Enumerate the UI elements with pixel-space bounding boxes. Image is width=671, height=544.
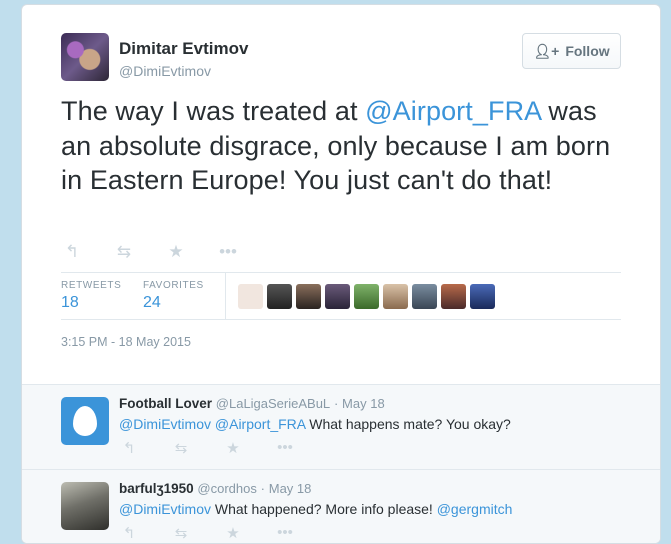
tweet-timestamp[interactable]: 3:15 PM - 18 May 2015 [61,335,191,349]
default-egg-avatar[interactable] [61,397,109,445]
reply-author-name[interactable]: barfulʒ1950 [119,481,194,496]
author-handle[interactable]: @DimiEvtimov [119,63,211,79]
reply-mention[interactable]: @DimiEvtimov [119,501,211,517]
tweet-card: Dimitar Evtimov @DimiEvtimov 👤︎+ Follow … [21,4,661,544]
reply-body: What happened? More info please! [214,501,433,517]
retweet-icon[interactable]: ⇆ [114,242,134,262]
favoriter-avatar[interactable] [238,284,263,309]
tweet-actions: ↰ ⇆ ★ ••• [62,242,238,262]
add-user-icon: 👤︎+ [533,42,560,59]
reply-icon[interactable]: ↰ [119,439,139,457]
ellipsis-icon[interactable]: ••• [275,524,295,542]
reply-text: @DimiEvtimov @Airport_FRA What happens m… [119,416,511,432]
favoriter-avatar[interactable] [325,284,350,309]
retweets-stat[interactable]: RETWEETS 18 [61,280,121,312]
reply-header: barfulʒ1950 @cordhos · May 18 [119,481,311,496]
reply-text: @DimiEvtimov What happened? More info pl… [119,501,512,517]
tweet-stats: RETWEETS 18 FAVORITES 24 [61,272,621,320]
favoriter-avatar[interactable] [354,284,379,309]
reply-separator: · [260,481,265,496]
reply-mention[interactable]: @Airport_FRA [215,416,305,432]
tweet-text-start: The way I was treated at [61,96,366,126]
reply-actions: ↰ ⇆ ★ ••• [119,439,295,457]
reply-avatar[interactable] [61,482,109,530]
reply-date[interactable]: May 18 [342,396,385,411]
tweet-text: The way I was treated at @Airport_FRA wa… [61,94,631,198]
favorites-label: FAVORITES [143,280,204,291]
reply-item[interactable]: barfulʒ1950 @cordhos · May 18 @DimiEvtim… [22,470,660,543]
replies-list: Football Lover @LaLigaSerieABuL · May 18… [22,384,660,543]
favorites-count: 24 [143,294,161,311]
reply-header: Football Lover @LaLigaSerieABuL · May 18 [119,396,385,411]
stats-divider [225,273,226,319]
favoriter-avatars [238,284,495,309]
favoriter-avatar[interactable] [296,284,321,309]
reply-mention[interactable]: @gergmitch [437,501,513,517]
ellipsis-icon[interactable]: ••• [275,439,295,457]
author-avatar[interactable] [61,33,109,81]
retweet-icon[interactable]: ⇆ [171,524,191,542]
ellipsis-icon[interactable]: ••• [218,242,238,262]
author-name[interactable]: Dimitar Evtimov [119,39,248,59]
favorites-stat[interactable]: FAVORITES 24 [143,280,204,312]
retweet-icon[interactable]: ⇆ [171,439,191,457]
reply-author-name[interactable]: Football Lover [119,396,212,411]
retweets-count: 18 [61,294,79,311]
reply-author-handle[interactable]: @cordhos [197,481,256,496]
star-icon[interactable]: ★ [223,439,243,457]
reply-icon[interactable]: ↰ [62,242,82,262]
reply-mention[interactable]: @DimiEvtimov [119,416,211,432]
favoriter-avatar[interactable] [383,284,408,309]
reply-icon[interactable]: ↰ [119,524,139,542]
reply-date[interactable]: May 18 [269,481,312,496]
reply-separator: · [333,396,339,411]
retweets-label: RETWEETS [61,280,122,291]
favoriter-avatar[interactable] [470,284,495,309]
follow-label: Follow [565,43,610,59]
star-icon[interactable]: ★ [223,524,243,542]
follow-button[interactable]: 👤︎+ Follow [522,33,621,69]
favoriter-avatar[interactable] [267,284,292,309]
tweet-mention-link[interactable]: @Airport_FRA [365,96,541,126]
reply-item[interactable]: Football Lover @LaLigaSerieABuL · May 18… [22,385,660,470]
reply-author-handle[interactable]: @LaLigaSerieABuL [216,396,330,411]
favoriter-avatar[interactable] [412,284,437,309]
favoriter-avatar[interactable] [441,284,466,309]
reply-actions: ↰ ⇆ ★ ••• [119,524,295,542]
main-tweet: Dimitar Evtimov @DimiEvtimov 👤︎+ Follow … [22,5,660,385]
reply-body: What happens mate? You okay? [309,416,511,432]
star-icon[interactable]: ★ [166,242,186,262]
